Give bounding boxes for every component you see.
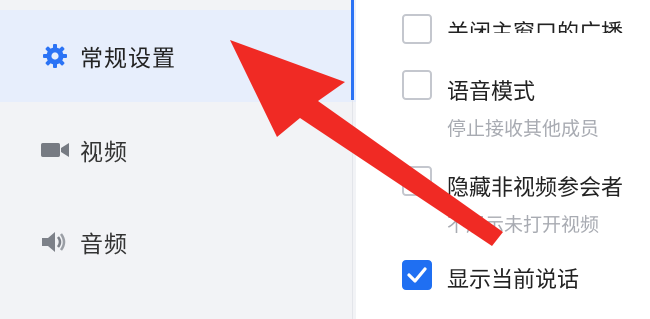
- sidebar-item-video[interactable]: 视频: [0, 104, 356, 196]
- sidebar-item-label: 音频: [80, 232, 128, 258]
- broadcast-checkbox[interactable]: [402, 14, 432, 44]
- show-speaker-checkbox[interactable]: [402, 260, 432, 290]
- option-description: 不展示未打开视频: [447, 214, 600, 236]
- voice-mode-checkbox[interactable]: [402, 70, 432, 100]
- option-title: 关闭主窗口的广播: [447, 21, 624, 46]
- option-title: 语音模式: [447, 80, 536, 105]
- speaker-icon: [40, 227, 70, 257]
- option-title: 隐藏非视频参会者: [447, 176, 624, 201]
- active-indicator: [351, 0, 354, 100]
- option-title: 显示当前说话: [447, 268, 580, 293]
- settings-sidebar: 常规设置 视频 音频: [0, 0, 356, 319]
- panel-divider: [352, 100, 353, 319]
- checkmark-icon: [407, 267, 427, 283]
- sidebar-item-audio[interactable]: 音频: [0, 196, 356, 288]
- option-description: 停止接收其他成员: [447, 118, 600, 140]
- sidebar-item-label: 常规设置: [80, 46, 176, 72]
- hide-non-video-checkbox[interactable]: [402, 166, 432, 196]
- sidebar-item-general-settings[interactable]: 常规设置: [0, 10, 356, 102]
- settings-content: 关闭主窗口的广播 语音模式 停止接收其他成员 隐藏非视频参会者 不展示未打开视频…: [357, 0, 650, 319]
- video-camera-icon: [40, 135, 70, 165]
- sidebar-item-label: 视频: [80, 140, 128, 166]
- gear-icon: [40, 41, 70, 71]
